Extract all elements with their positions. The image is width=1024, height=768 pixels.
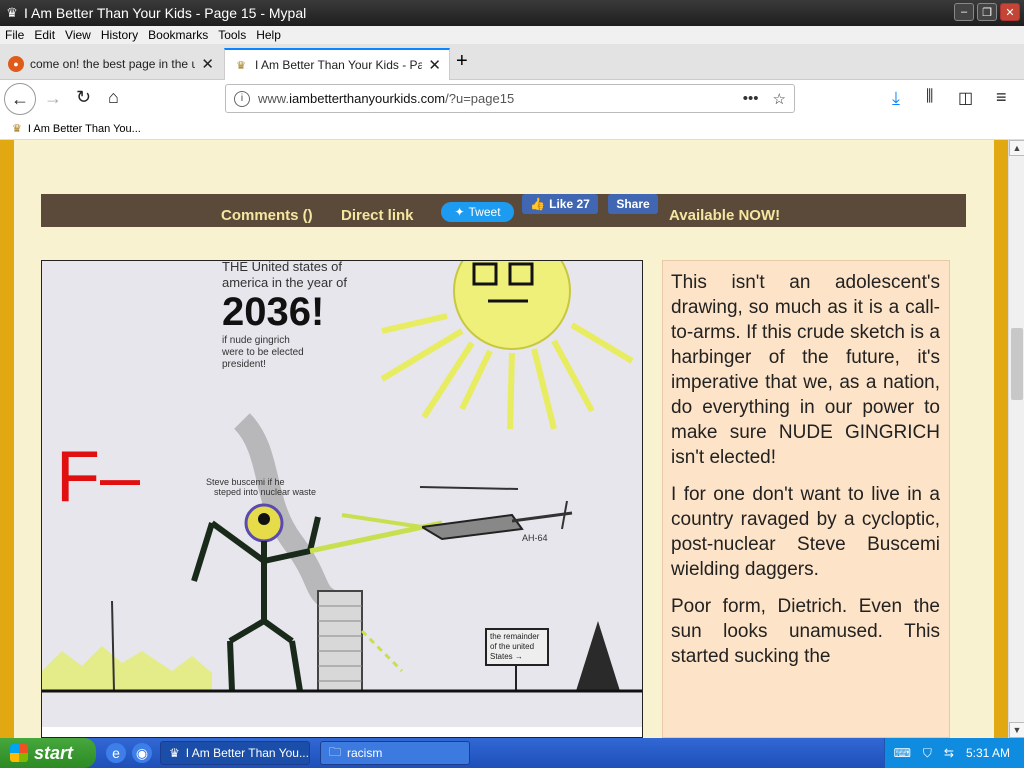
sign-text: of the united [490,642,534,651]
page-viewport: Comments () Direct link ✦ Tweet 👍 Like 27 … [0,140,1008,738]
internet-explorer-icon[interactable]: e [106,743,126,763]
crown-icon: ♛ [6,5,18,20]
minimize-button[interactable]: – [954,3,974,21]
building-drawing [317,590,363,692]
bird-icon: ✦ [454,205,465,219]
crown-icon: ♛ [236,59,246,72]
page-content: Comments () Direct link ✦ Tweet 👍 Like 27 … [14,140,994,738]
url-path: /?u=page15 [445,91,515,106]
menu-file[interactable]: File [0,28,29,42]
bookmark-item[interactable]: I Am Better Than You... [28,123,141,135]
task-label: racism [347,746,383,760]
tweet-label: Tweet [468,205,501,219]
url-domain: iambetterthanyourkids.com [289,91,446,106]
tab-bar: ● come on! the best page in the uni ✕ ♛ … [0,44,1024,80]
taskbar-item-browser[interactable]: ♛ I Am Better Than You... [160,741,310,765]
thumbs-up-icon: 👍 [530,197,546,211]
close-tab-icon[interactable]: ✕ [201,55,214,73]
task-label: I Am Better Than You... [185,746,309,760]
commentary-box: This isn't an adolescent's drawing, so m… [662,260,950,738]
scroll-down-icon[interactable]: ▼ [1009,722,1024,738]
comic-subtext: president! [222,359,266,370]
sidebar-icon[interactable]: ◫ [958,88,973,108]
close-window-button[interactable]: ✕ [1000,3,1020,21]
new-tab-icon[interactable]: + [456,50,468,73]
windows-flag-icon [10,744,28,762]
scrollbar-thumb[interactable] [1011,328,1023,400]
back-arrow-icon[interactable]: ← [4,83,36,115]
direct-link[interactable]: Direct link [341,207,414,224]
comic-image: THE United states of america in the year… [41,260,643,738]
steve-caption: Steve buscemi if he [206,477,285,487]
keyboard-icon[interactable]: ⌨ [894,746,911,760]
comments-link[interactable]: Comments () [221,207,313,224]
library-icon[interactable]: ⫼ [926,88,933,106]
bookmark-star-icon[interactable]: ☆ [773,90,786,108]
start-button[interactable]: start [0,738,96,768]
home-icon[interactable]: ⌂ [108,87,119,108]
crown-icon: ♛ [169,746,180,760]
menu-bar: File Edit View History Bookmarks Tools H… [0,26,1024,44]
close-tab-icon[interactable]: ✕ [428,56,441,74]
sign-text: States → [490,652,523,661]
url-prefix: www. [258,91,290,106]
steve-caption: steped into nuclear waste [214,487,316,497]
comic-drawing: THE United states of america in the year… [42,261,642,737]
tab-better-than-your-kids[interactable]: ♛ I Am Better Than Your Kids - Page ✕ [224,48,450,80]
grade-mark: F– [56,437,141,517]
security-shield-icon[interactable]: ⛉ [923,746,932,761]
reload-icon[interactable]: ↻ [76,87,91,108]
maximize-button[interactable]: ❐ [977,3,997,21]
network-icon[interactable]: ⇆ [944,746,954,760]
url-bar[interactable]: i www. iambetterthanyourkids.com/?u=page1… [225,84,795,113]
commentary-paragraph: I for one don't want to live in a countr… [671,484,940,580]
comic-header-text: THE United states of [222,261,342,274]
site-favicon-icon: ● [8,56,24,72]
tab-label: I Am Better Than Your Kids - Page [255,58,423,72]
window-titlebar: ♛ I Am Better Than Your Kids - Page 15 -… [0,0,1024,26]
windows-taskbar: start e ◉ ♛ I Am Better Than You... 🗀 ra… [0,738,1024,768]
sign-text: the remainder [490,632,540,641]
crown-icon: ♛ [12,123,22,135]
menu-help[interactable]: Help [251,28,286,42]
download-icon[interactable]: ⤓ [892,88,900,109]
menu-history[interactable]: History [96,28,143,42]
available-now-link[interactable]: Available NOW! [669,207,780,224]
quick-launch: e ◉ [106,743,152,763]
info-icon[interactable]: i [234,90,250,107]
tweet-button[interactable]: ✦ Tweet [441,202,514,222]
start-label: start [34,742,74,763]
tab-label: come on! the best page in the uni [30,57,196,71]
like-label: Like 27 [549,197,590,211]
taskbar-item-folder[interactable]: 🗀 racism [320,741,470,765]
clock[interactable]: 5:31 AM [966,746,1010,760]
hamburger-menu-icon[interactable]: ≡ [996,87,1007,108]
comic-subtext: were to be elected [221,347,304,358]
window-title: I Am Better Than Your Kids - Page 15 - M… [24,5,307,21]
system-tray: ⌨ ⛉ ⇆ 5:31 AM [884,738,1024,768]
page-actions-icon[interactable]: ••• [743,90,759,108]
helicopter-label: AH-64 [522,533,548,543]
tab-best-page[interactable]: ● come on! the best page in the uni ✕ [0,48,222,80]
menu-bookmarks[interactable]: Bookmarks [143,28,213,42]
navigation-toolbar: ← → ↻ ⌂ i www. iambetterthanyourkids.com /… [0,80,1024,118]
browser-icon[interactable]: ◉ [132,743,152,763]
menu-tools[interactable]: Tools [213,28,251,42]
folder-icon: 🗀 [329,744,342,759]
facebook-like-button[interactable]: 👍 Like 27 [522,194,598,214]
menu-edit[interactable]: Edit [29,28,60,42]
comic-header-text: america in the year of [222,275,347,290]
share-bar: Comments () Direct link ✦ Tweet 👍 Like 27 … [41,194,966,227]
menu-view[interactable]: View [60,28,96,42]
commentary-paragraph: This isn't an adolescent's drawing, so m… [671,272,940,468]
commentary-paragraph: Poor form, Dietrich. Even the sun looks … [671,596,940,667]
facebook-share-button[interactable]: Share [608,194,658,214]
scroll-up-icon[interactable]: ▲ [1009,140,1024,156]
comic-year: 2036! [222,290,324,334]
bookmarks-toolbar: ♛ I Am Better Than You... [0,118,1024,140]
comic-subtext: if nude gingrich [222,335,290,346]
vertical-scrollbar[interactable]: ▲ ▼ [1008,140,1024,738]
forward-arrow-icon[interactable]: → [44,88,62,109]
